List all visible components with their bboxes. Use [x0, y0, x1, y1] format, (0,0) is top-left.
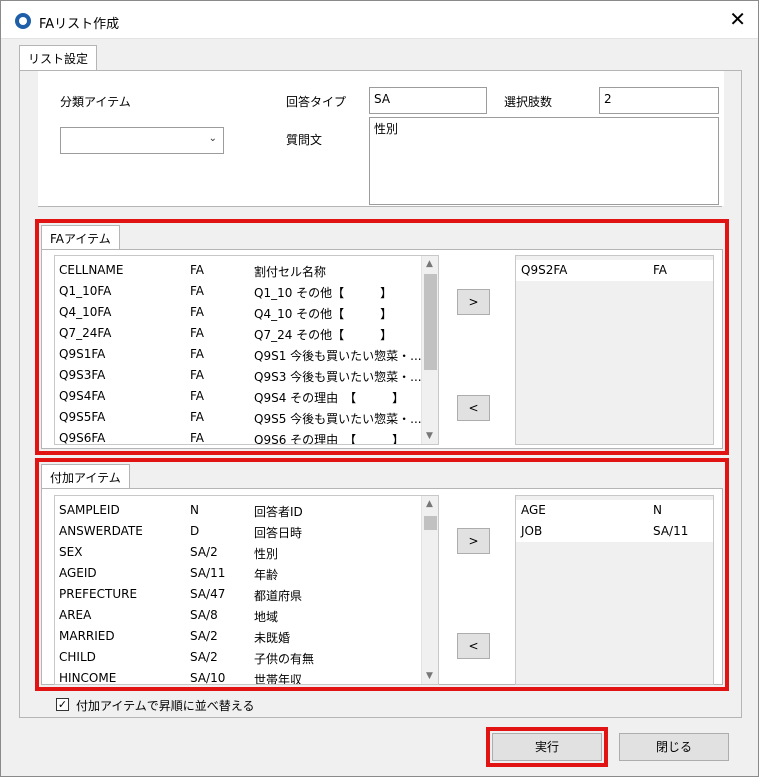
close-button[interactable]: 閉じる	[619, 733, 729, 761]
question-field[interactable]: 性別	[369, 117, 719, 205]
fa-section-highlight	[35, 219, 729, 455]
extra-section-highlight	[35, 458, 729, 691]
settings-form: 分類アイテム ⌄ 回答タイプ SA 選択肢数 2 質問文 性別	[38, 71, 724, 206]
title-bar: FAリスト作成 ✕	[1, 1, 758, 39]
category-select[interactable]: ⌄	[60, 127, 224, 154]
question-label: 質問文	[286, 133, 323, 147]
fa-list-dialog: FAリスト作成 ✕ リスト設定 分類アイテム ⌄ 回答タイプ SA 選択肢数 2…	[0, 0, 759, 777]
sort-checkbox[interactable]: ✓	[56, 698, 69, 711]
choices-field[interactable]: 2	[599, 87, 719, 114]
answer-type-field[interactable]: SA	[369, 87, 487, 114]
category-label: 分類アイテム	[60, 95, 131, 109]
choices-label: 選択肢数	[504, 95, 553, 109]
close-icon[interactable]: ✕	[729, 7, 746, 31]
run-button-highlight	[486, 727, 608, 767]
window-title: FAリスト作成	[39, 17, 120, 32]
answer-type-label: 回答タイプ	[286, 95, 347, 109]
sort-checkbox-label: 付加アイテムで昇順に並べ替える	[76, 699, 255, 713]
app-logo-icon	[15, 13, 31, 29]
tab-list-settings[interactable]: リスト設定	[19, 45, 98, 71]
chevron-down-icon: ⌄	[208, 133, 217, 144]
